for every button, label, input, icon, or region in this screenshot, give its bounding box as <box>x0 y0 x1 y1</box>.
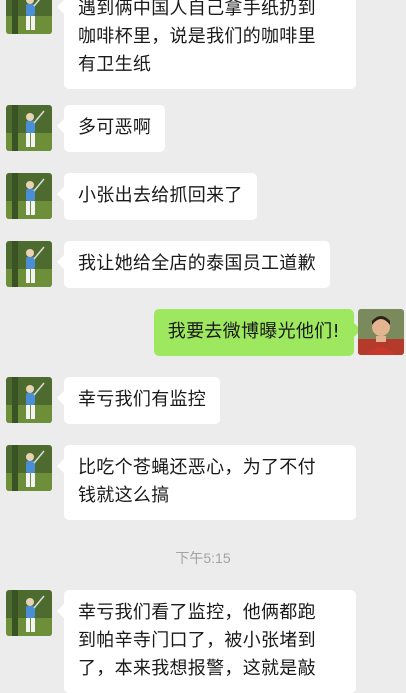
golfer-avatar-icon <box>6 445 52 491</box>
golfer-avatar-icon <box>6 241 52 287</box>
golfer-avatar-icon <box>6 105 52 151</box>
golfer-avatar-icon <box>6 173 52 219</box>
incoming-message-bubble[interactable]: 多可恶啊 <box>56 105 166 152</box>
person-avatar-icon <box>358 309 404 355</box>
contact-avatar[interactable] <box>6 0 52 34</box>
incoming-message-bubble[interactable]: 小张出去给抓回来了 <box>57 173 257 220</box>
contact-avatar[interactable] <box>6 590 52 636</box>
incoming-message-bubble[interactable]: 遇到俩中国人自己拿手纸扔到 咖啡杯里，说是我们的咖啡里 有卫生纸 <box>57 0 356 89</box>
golfer-avatar-icon <box>6 590 52 636</box>
self-avatar[interactable] <box>358 309 404 355</box>
outgoing-message-bubble[interactable]: 我要去微博曝光他们! <box>153 309 362 356</box>
contact-avatar[interactable] <box>6 445 52 491</box>
incoming-message-bubble[interactable]: 幸亏我们看了监控，他俩都跑 到帕辛寺门口了，被小张堵到 了，本来我想报警，这就是… <box>57 590 356 693</box>
golfer-avatar-icon <box>6 377 52 423</box>
contact-avatar[interactable] <box>6 173 52 219</box>
incoming-message-bubble[interactable]: 我让她给全店的泰国员工道歉 <box>57 241 330 288</box>
contact-avatar[interactable] <box>6 377 52 423</box>
message-timestamp: 下午5:15 <box>175 550 231 566</box>
incoming-message-bubble[interactable]: 比吃个苍蝇还恶心，为了不付 钱就这么搞 <box>57 445 356 520</box>
golfer-avatar-icon <box>6 0 52 34</box>
contact-avatar[interactable] <box>6 241 52 287</box>
incoming-message-bubble[interactable]: 幸亏我们有监控 <box>56 377 221 424</box>
chat-conversation: 遇到俩中国人自己拿手纸扔到 咖啡杯里，说是我们的咖啡里 有卫生纸 多可恶啊 小张… <box>0 0 406 693</box>
contact-avatar[interactable] <box>6 105 52 151</box>
